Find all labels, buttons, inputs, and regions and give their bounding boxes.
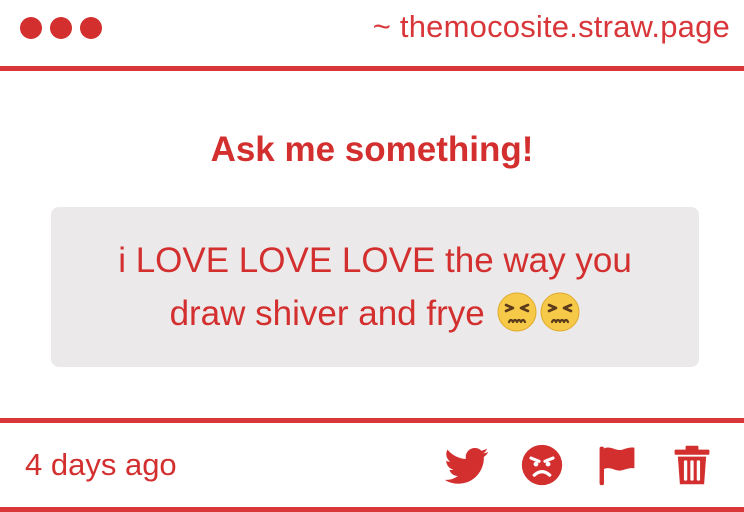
- window-dot: [80, 17, 102, 39]
- persevering-face-emoji: [540, 292, 580, 332]
- window-dot: [50, 17, 72, 39]
- card-footer: 4 days ago: [0, 418, 744, 512]
- ask-card: ~ themocosite.straw.page Ask me somethin…: [0, 0, 744, 512]
- timestamp: 4 days ago: [25, 447, 177, 482]
- angry-face-icon[interactable]: [520, 443, 564, 487]
- card-header: ~ themocosite.straw.page: [0, 0, 744, 71]
- window-dot: [20, 17, 42, 39]
- question-box: i LOVE LOVE LOVE the way you draw shiver…: [51, 207, 699, 367]
- site-address[interactable]: ~ themocosite.straw.page: [373, 9, 730, 45]
- page-title: Ask me something!: [210, 130, 534, 169]
- twitter-icon[interactable]: [445, 443, 489, 487]
- action-bar: [445, 443, 714, 487]
- trash-icon[interactable]: [670, 443, 714, 487]
- flag-icon[interactable]: [595, 443, 639, 487]
- window-dots: [20, 17, 102, 39]
- persevering-face-emoji: [497, 292, 537, 332]
- question-text-wrapper: i LOVE LOVE LOVE the way you draw shiver…: [91, 234, 659, 340]
